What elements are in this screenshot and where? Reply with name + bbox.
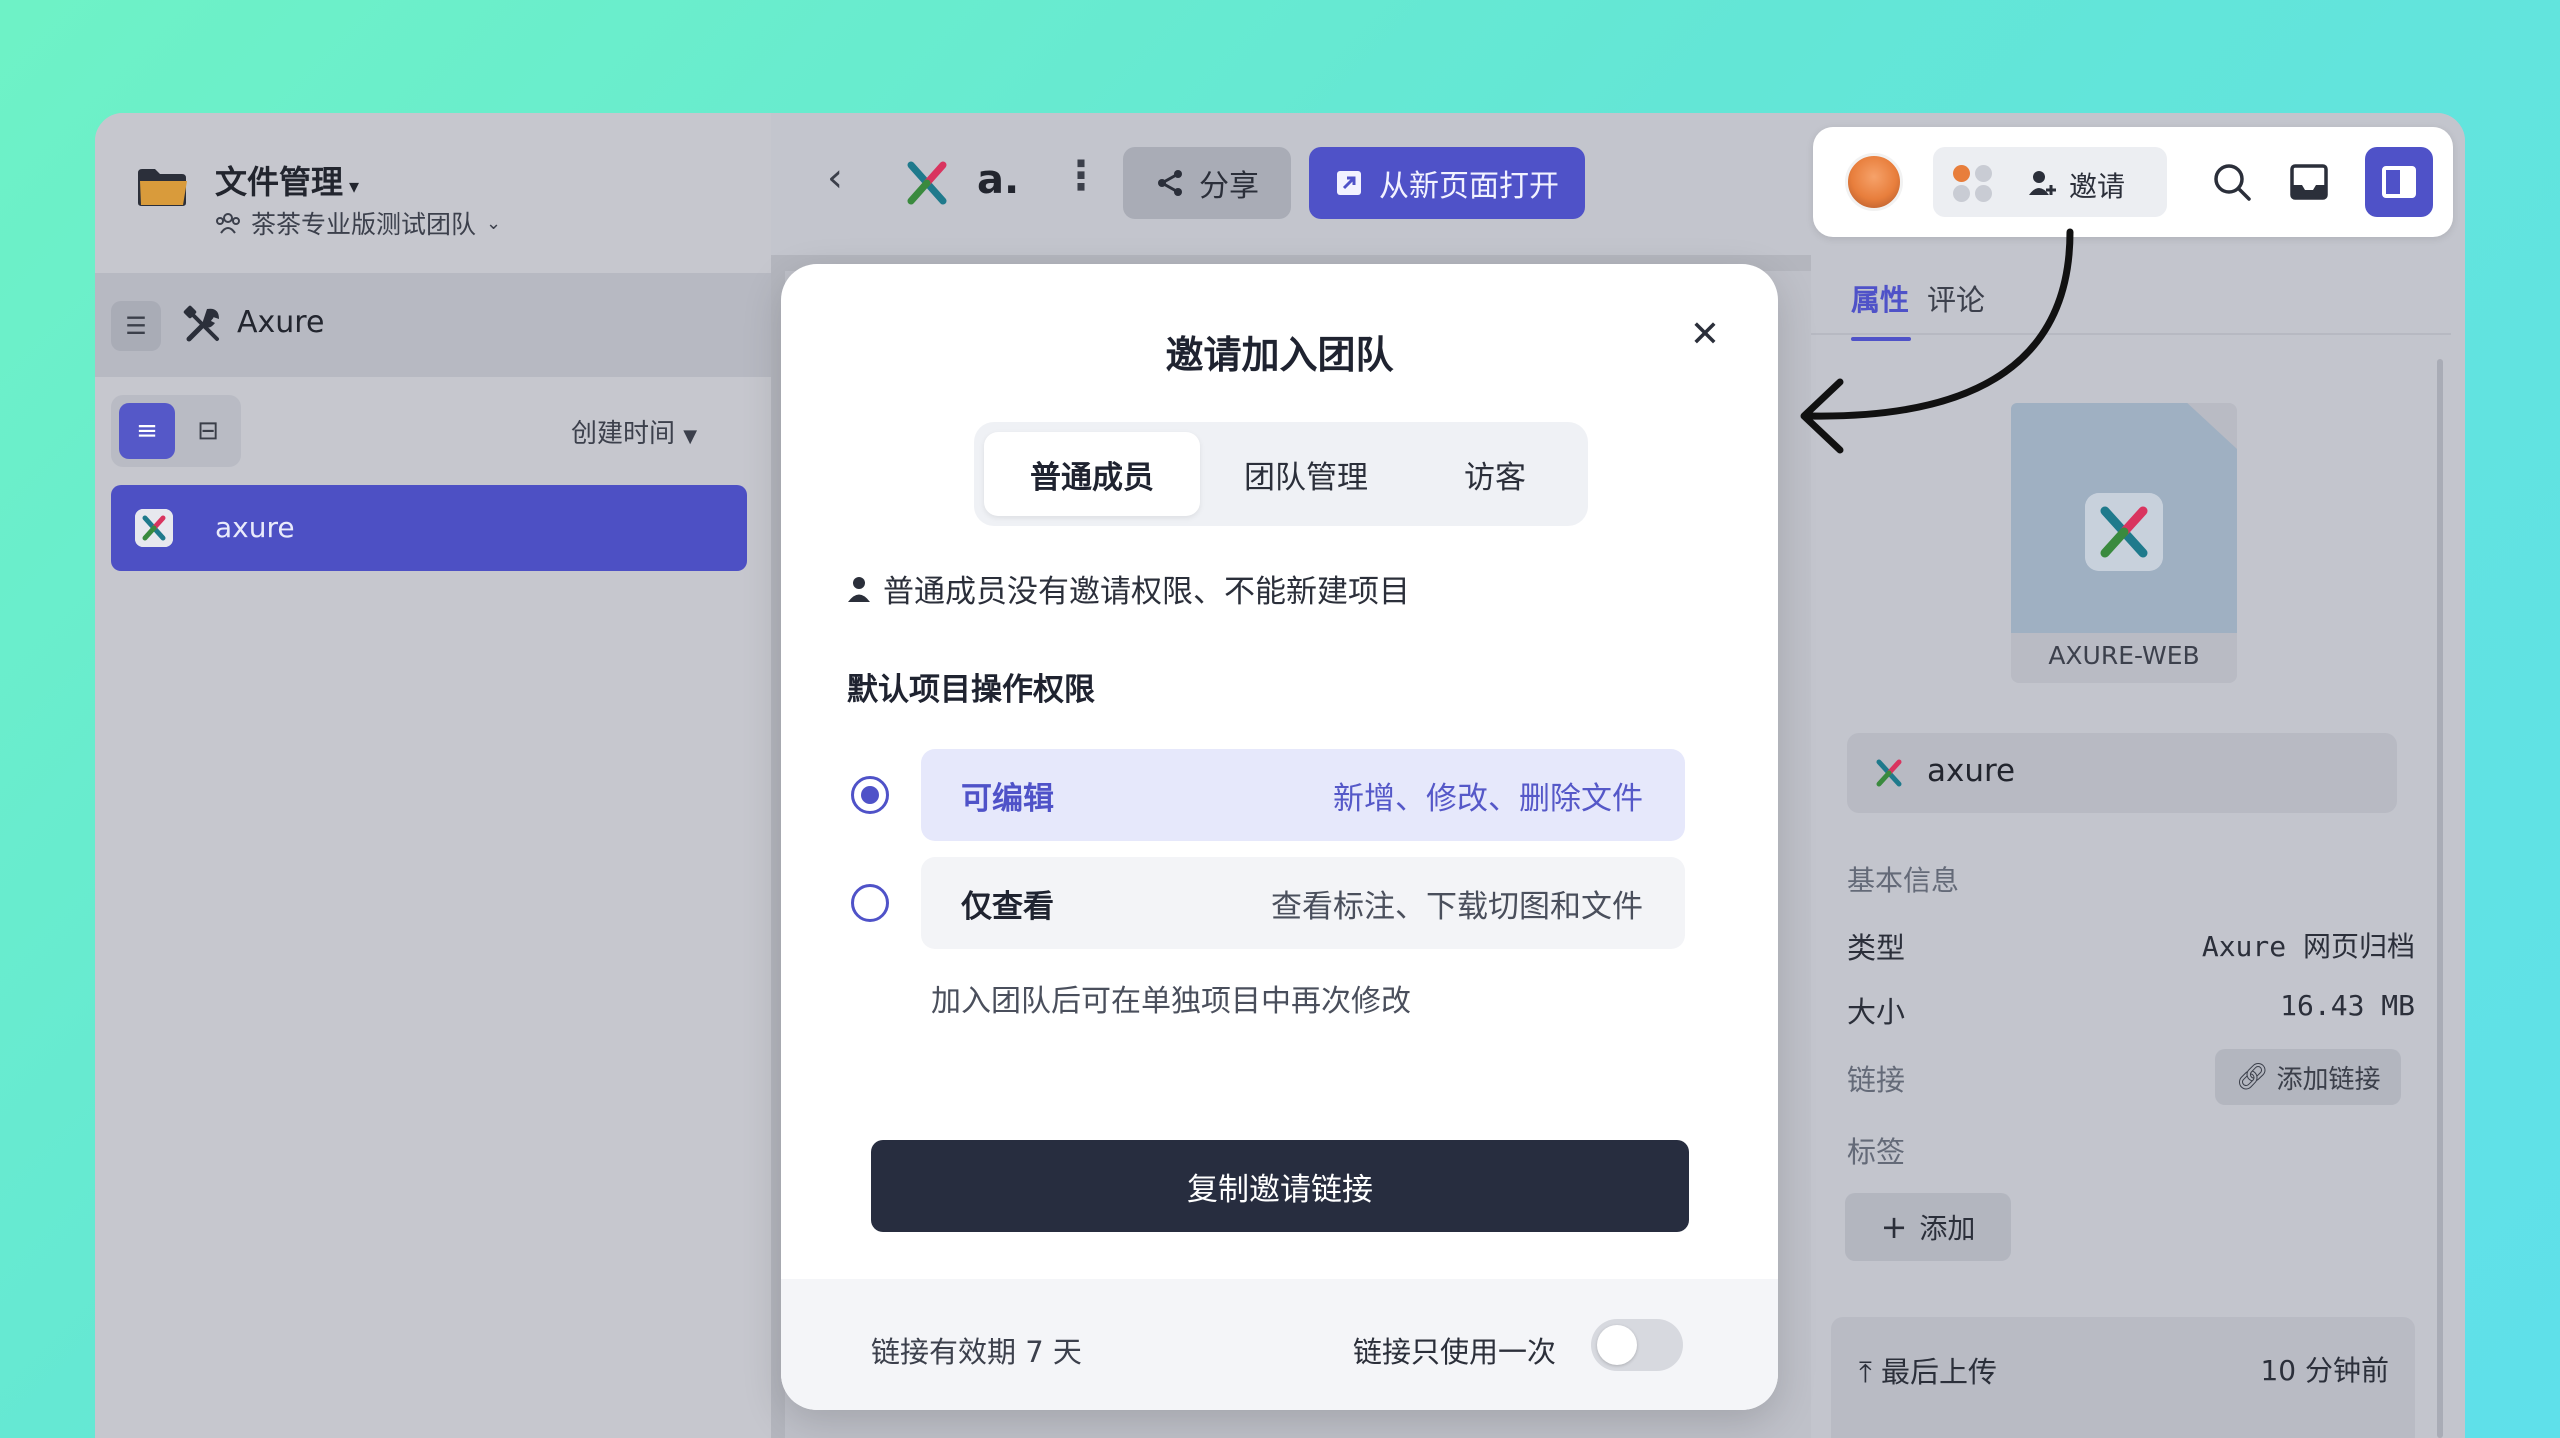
folder-icon — [138, 169, 187, 206]
avatar[interactable] — [1845, 153, 1903, 211]
panel-toggle-icon — [2382, 166, 2416, 198]
permission-edit-option[interactable]: 可编辑 新增、修改、删除文件 — [921, 749, 1685, 841]
sidebar: 文件管理 ▾ 茶茶专业版测试团队 ⌄ ☰ Axure ≡ ⊟ 创建时间 ▼ ax… — [95, 113, 771, 1438]
axure-x-icon — [2085, 493, 2163, 571]
link-label: 链接 — [1847, 1063, 1906, 1097]
file-type-label: AXURE-WEB — [2048, 641, 2200, 670]
permission-view-radio[interactable] — [851, 884, 889, 922]
tools-icon — [183, 305, 219, 342]
permission-hint: 加入团队后可在单独项目中再次修改 — [931, 984, 1411, 1019]
tab-team-admin[interactable]: 团队管理 — [1206, 432, 1406, 516]
axure-x-icon — [1876, 759, 1902, 787]
add-tag-button[interactable]: + 添加 — [1845, 1193, 2011, 1261]
link-icon: 🔗︎ — [2235, 1062, 2269, 1092]
close-button[interactable]: ✕ — [1690, 314, 1720, 355]
last-upload-label-group: ⤒ 最后上传 — [1859, 1349, 1997, 1391]
share-icon — [1158, 170, 1182, 196]
open-external-icon — [1337, 171, 1361, 195]
tags-label: 标签 — [1847, 1135, 1906, 1169]
team-name: 茶茶专业版测试团队 — [251, 210, 477, 239]
close-icon: ✕ — [1689, 314, 1720, 355]
sort-dropdown[interactable]: 创建时间 ▼ — [571, 413, 697, 450]
last-upload-label: 最后上传 — [1881, 1355, 1998, 1389]
share-label: 分享 — [1199, 169, 1259, 204]
chevron-down-icon: ▾ — [349, 174, 360, 198]
modal-footer: 链接有效期 7 天 链接只使用一次 — [781, 1279, 1778, 1410]
last-upload-value: 10 分钟前 — [2260, 1354, 2389, 1387]
size-label: 大小 — [1847, 995, 1906, 1029]
sort-label: 创建时间 — [571, 419, 676, 449]
more-options-button[interactable]: ⋮ — [1061, 153, 1101, 199]
user-icon — [848, 576, 870, 602]
project-header: ☰ Axure — [95, 273, 771, 377]
back-button[interactable]: ‹ — [827, 155, 843, 201]
basic-info-heading: 基本信息 — [1847, 864, 1960, 897]
tab-guest[interactable]: 访客 — [1412, 432, 1578, 516]
axure-x-icon — [135, 509, 173, 547]
add-link-label: 添加链接 — [2276, 1064, 2381, 1095]
permission-section-title: 默认项目操作权限 — [847, 672, 1095, 708]
invite-icon — [2029, 171, 2056, 195]
size-value: 16.43 MB — [2280, 989, 2415, 1022]
link-expiry-text: 链接有效期 7 天 — [871, 1335, 1082, 1369]
copy-invite-link-button[interactable]: 复制邀请链接 — [871, 1140, 1689, 1232]
search-icon[interactable] — [2211, 161, 2253, 203]
type-label: 类型 — [1847, 931, 1906, 965]
permission-edit-label: 可编辑 — [961, 781, 1054, 817]
tab-member[interactable]: 普通成员 — [984, 432, 1200, 516]
add-tag-label: 添加 — [1919, 1212, 1976, 1245]
file-name: axure — [215, 511, 295, 544]
workspace-title: 文件管理 — [215, 163, 344, 201]
invite-button[interactable]: 邀请 — [1933, 147, 2167, 217]
permission-view-label: 仅查看 — [961, 889, 1054, 925]
chevron-down-icon: ⌄ — [486, 212, 502, 234]
workspace-title-dropdown[interactable]: 文件管理 ▾ — [215, 157, 359, 203]
file-name-text: axure — [1927, 753, 2016, 789]
single-use-label: 链接只使用一次 — [1353, 1335, 1557, 1369]
team-icon — [216, 213, 240, 234]
back-icon: ‹ — [827, 155, 843, 201]
add-link-button[interactable]: 🔗︎ 添加链接 — [2215, 1049, 2401, 1105]
single-use-toggle[interactable] — [1591, 1319, 1683, 1371]
collapse-icon: ☰ — [125, 312, 147, 340]
panel-scrollbar[interactable] — [2437, 359, 2443, 1438]
permission-edit-desc: 新增、修改、删除文件 — [1333, 781, 1643, 817]
type-value: Axure 网页归档 — [2201, 930, 2415, 963]
sidebar-header: 文件管理 ▾ 茶茶专业版测试团队 ⌄ — [95, 113, 771, 273]
top-toolbar: ‹ a. ⋮ 分享 从新页面打开 — [771, 113, 1811, 255]
modal-title: 邀请加入团队 — [1165, 333, 1394, 377]
last-upload-card: ⤒ 最后上传 10 分钟前 — [1831, 1317, 2415, 1438]
role-note-text: 普通成员没有邀请权限、不能新建项目 — [883, 574, 1410, 610]
plus-icon: + — [1880, 1208, 1908, 1246]
panel-toggle-button[interactable] — [2365, 147, 2433, 217]
list-view-button[interactable]: ≡ — [119, 403, 175, 459]
list-view-icon: ≡ — [136, 416, 158, 446]
axure-x-icon — [907, 161, 947, 205]
members-icon — [1953, 165, 2001, 202]
open-label: 从新页面打开 — [1379, 169, 1559, 204]
file-name-field[interactable]: axure — [1847, 733, 2397, 813]
document-name: a. — [977, 157, 1020, 203]
more-icon: ⋮ — [1061, 153, 1101, 199]
role-note: 普通成员没有邀请权限、不能新建项目 — [847, 566, 1410, 611]
permission-view-option[interactable]: 仅查看 查看标注、下载切图和文件 — [921, 857, 1685, 949]
upload-icon: ⤒ — [1859, 1355, 1872, 1389]
share-button[interactable]: 分享 — [1123, 147, 1291, 219]
file-list-item[interactable]: axure — [111, 485, 747, 571]
permission-edit-radio[interactable] — [851, 776, 889, 814]
invite-modal: 邀请加入团队 ✕ 普通成员 团队管理 访客 普通成员没有邀请权限、不能新建项目 … — [781, 264, 1778, 1410]
view-mode-toggle: ≡ ⊟ — [111, 395, 241, 467]
project-name: Axure — [237, 305, 325, 340]
caret-down-icon: ▼ — [683, 426, 698, 447]
open-in-new-page-button[interactable]: 从新页面打开 — [1309, 147, 1585, 219]
grid-view-icon: ⊟ — [197, 416, 219, 446]
invite-label: 邀请 — [2069, 170, 2126, 203]
annotation-arrow — [1800, 228, 2074, 454]
inbox-icon[interactable] — [2289, 163, 2329, 201]
collapse-sidebar-button[interactable]: ☰ — [111, 301, 161, 351]
grid-view-button[interactable]: ⊟ — [183, 403, 233, 459]
role-tabs: 普通成员 团队管理 访客 — [974, 422, 1588, 526]
team-selector[interactable]: 茶茶专业版测试团队 ⌄ — [215, 205, 501, 241]
permission-view-desc: 查看标注、下载切图和文件 — [1271, 889, 1643, 925]
